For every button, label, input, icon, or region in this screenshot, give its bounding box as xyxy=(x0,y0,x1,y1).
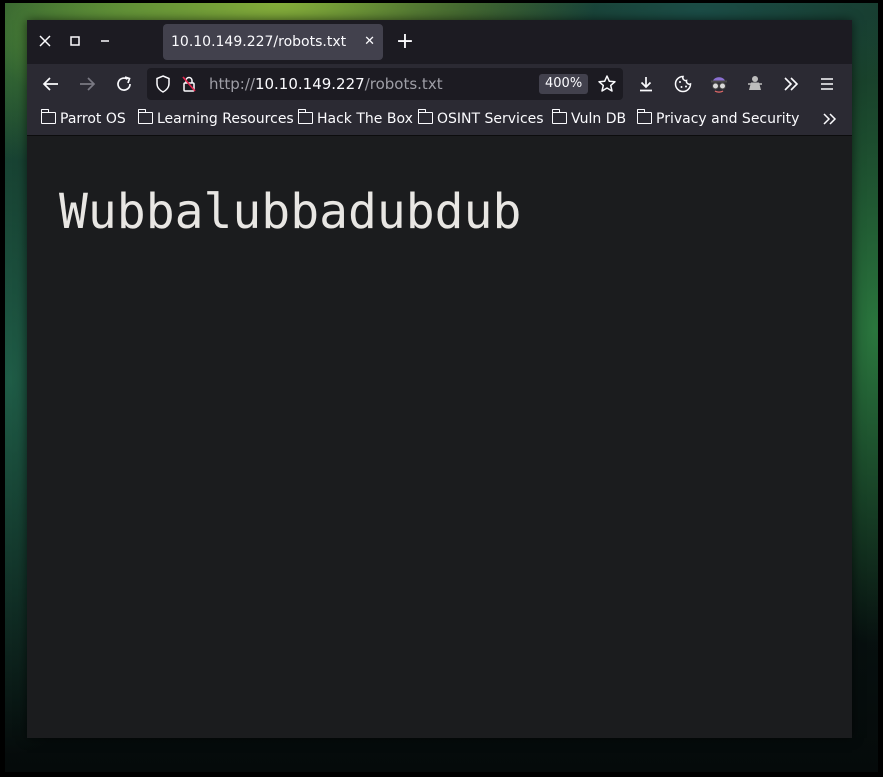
shield-icon[interactable] xyxy=(153,74,173,94)
cookie-icon xyxy=(674,75,692,93)
close-icon xyxy=(39,35,51,47)
arrow-right-icon xyxy=(80,77,96,91)
tab-close-button[interactable]: ✕ xyxy=(364,24,375,60)
bookmark-folder-privacy-and-security[interactable]: Privacy and Security xyxy=(636,108,800,130)
cookie-extension-button[interactable] xyxy=(669,70,697,98)
bookmark-folder-learning-resources[interactable]: Learning Resources xyxy=(137,108,294,130)
tab-robots-txt[interactable]: 10.10.149.227/robots.txt ✕ xyxy=(163,24,383,60)
forward-button[interactable] xyxy=(73,70,101,98)
star-icon xyxy=(598,75,616,92)
back-button[interactable] xyxy=(37,70,65,98)
bookmark-label: Privacy and Security xyxy=(656,111,800,127)
extension-puzzle-button[interactable] xyxy=(741,70,769,98)
tab-title: 10.10.149.227/robots.txt xyxy=(171,34,347,50)
bookmark-label: Vuln DB xyxy=(571,111,627,127)
browser-window: 10.10.149.227/robots.txt ✕ + http://10.1… xyxy=(27,20,852,738)
app-menu-button[interactable] xyxy=(813,70,841,98)
bookmark-star-button[interactable] xyxy=(595,72,619,96)
bookmark-folder-osint-services[interactable]: OSINT Services xyxy=(417,108,544,130)
folder-icon xyxy=(137,109,153,124)
agent-icon xyxy=(748,76,762,90)
insecure-lock-icon[interactable] xyxy=(179,74,199,94)
hamburger-menu-icon xyxy=(821,78,833,90)
window-close-button[interactable] xyxy=(35,31,55,51)
url-bar[interactable]: http://10.10.149.227/robots.txt 400% xyxy=(147,68,623,100)
folder-icon xyxy=(417,109,433,124)
arrow-left-icon xyxy=(42,77,58,91)
folder-icon xyxy=(551,109,567,124)
tab-bar: 10.10.149.227/robots.txt ✕ + xyxy=(27,20,852,64)
maximize-icon xyxy=(70,36,80,46)
folder-icon xyxy=(40,109,56,124)
folder-icon xyxy=(636,109,652,124)
double-chevron-right-icon xyxy=(823,113,837,125)
bookmark-label: Hack The Box xyxy=(317,111,413,127)
minimize-icon xyxy=(101,40,109,42)
url-text[interactable]: http://10.10.149.227/robots.txt xyxy=(209,68,443,100)
bookmark-label: Learning Resources xyxy=(157,111,294,127)
window-maximize-button[interactable] xyxy=(65,31,85,51)
url-host: 10.10.149.227 xyxy=(254,75,365,93)
double-chevron-right-icon xyxy=(784,77,799,91)
reload-button[interactable] xyxy=(110,70,138,98)
toolbar-overflow-button[interactable] xyxy=(777,70,805,98)
proxy-extension-button[interactable] xyxy=(705,70,733,98)
bookmarks-toolbar: Parrot OS Learning Resources Hack The Bo… xyxy=(27,104,852,136)
spy-glasses-icon xyxy=(711,77,727,93)
url-path: /robots.txt xyxy=(364,75,443,93)
navigation-toolbar: http://10.10.149.227/robots.txt 400% xyxy=(27,64,852,104)
zoom-level-badge[interactable]: 400% xyxy=(539,74,589,94)
bookmark-label: Parrot OS xyxy=(60,111,126,127)
bookmarks-overflow-button[interactable] xyxy=(820,108,840,130)
bookmark-folder-hack-the-box[interactable]: Hack The Box xyxy=(297,108,413,130)
bookmark-folder-vuln-db[interactable]: Vuln DB xyxy=(551,108,627,130)
url-scheme: http:// xyxy=(209,75,255,93)
reload-icon xyxy=(117,76,131,91)
window-minimize-button[interactable] xyxy=(95,31,115,51)
downloads-button[interactable] xyxy=(632,70,660,98)
bookmark-label: OSINT Services xyxy=(437,111,544,127)
robots-txt-content: Wubbalubbadubdub xyxy=(59,184,522,240)
page-content: Wubbalubbadubdub xyxy=(27,136,852,738)
download-icon xyxy=(640,77,652,92)
bookmark-folder-parrot-os[interactable]: Parrot OS xyxy=(40,108,126,130)
new-tab-button[interactable]: + xyxy=(395,30,415,54)
folder-icon xyxy=(297,109,313,124)
